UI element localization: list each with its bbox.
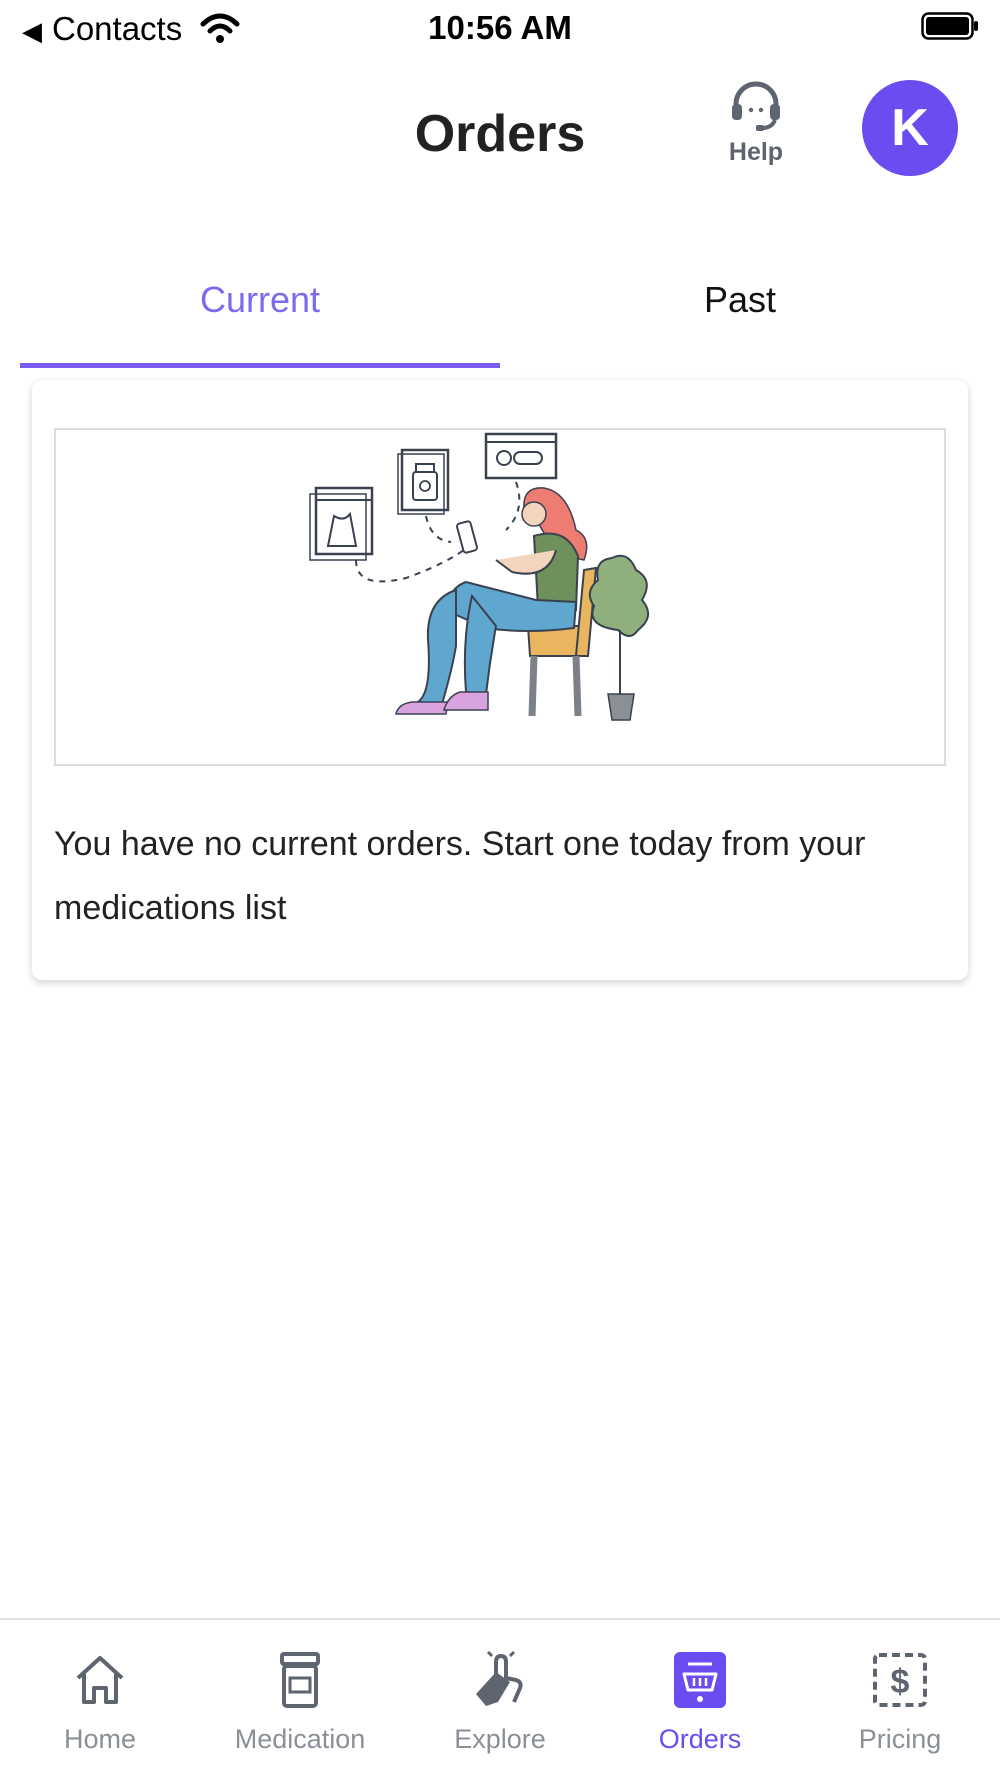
tab-current[interactable]: Current xyxy=(20,248,500,368)
tab-past[interactable]: Past xyxy=(500,248,980,368)
nav-home-label: Home xyxy=(63,1724,137,1754)
nav-pricing[interactable]: $ Pricing xyxy=(800,1650,1000,1755)
headset-icon xyxy=(732,81,780,131)
home-icon xyxy=(76,1656,124,1704)
pill-bottle-icon xyxy=(280,1652,320,1708)
battery-icon xyxy=(921,12,978,40)
help-label: Help xyxy=(728,138,784,166)
nav-orders[interactable]: Orders xyxy=(600,1650,800,1755)
hand-tap-icon xyxy=(476,1650,523,1706)
empty-state-illustration xyxy=(54,428,946,766)
nav-home[interactable]: Home xyxy=(0,1650,200,1755)
nav-explore[interactable]: Explore xyxy=(400,1650,600,1755)
basket-icon xyxy=(674,1652,726,1708)
status-time: 10:56 AM xyxy=(428,9,572,46)
help-button[interactable]: Help xyxy=(716,78,796,182)
nav-pricing-label: Pricing xyxy=(858,1724,942,1754)
pills-card-icon xyxy=(484,432,558,480)
window-illustration-icon xyxy=(309,486,374,561)
nav-medication[interactable]: Medication xyxy=(200,1650,400,1755)
pill-bottle-card-icon xyxy=(397,448,450,515)
bottom-nav: Home Medication Explore Orders $ Pricing xyxy=(0,1618,1000,1780)
nav-orders-label: Orders xyxy=(658,1724,742,1754)
empty-orders-card: You have no current orders. Start one to… xyxy=(32,380,968,980)
order-tabs: Current Past xyxy=(0,248,1000,368)
nav-explore-label: Explore xyxy=(454,1724,546,1754)
empty-orders-message: You have no current orders. Start one to… xyxy=(54,825,866,927)
page-title: Orders xyxy=(414,105,586,163)
nav-medication-label: Medication xyxy=(234,1724,366,1754)
status-bar: ◀ Contacts 10:56 AM xyxy=(0,0,1000,58)
svg-text:$: $ xyxy=(891,1663,910,1701)
dollar-tag-icon: $ xyxy=(873,1653,927,1707)
avatar[interactable]: K xyxy=(862,80,958,176)
